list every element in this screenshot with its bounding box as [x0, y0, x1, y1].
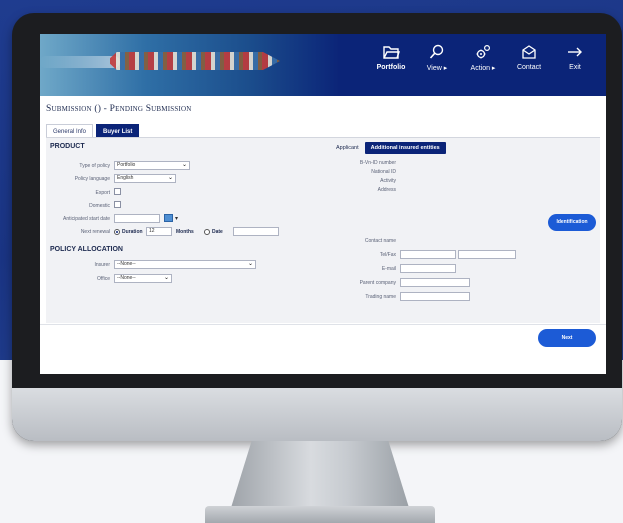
chevron-down-icon: ⌄: [163, 275, 169, 281]
duration-radio[interactable]: [114, 229, 120, 235]
cargo-ship-image: [110, 52, 280, 70]
date-radio[interactable]: [204, 229, 210, 235]
renewal-label: Next renewal: [80, 229, 110, 235]
footer-divider: [40, 324, 606, 325]
gears-icon: [476, 44, 491, 59]
email-input[interactable]: [400, 264, 456, 273]
product-heading: PRODUCT: [50, 143, 85, 150]
insurer-select[interactable]: --None-- ⌄: [114, 260, 256, 269]
office-label: Office: [97, 276, 110, 282]
insurer-value: --None--: [117, 261, 136, 267]
duration-input[interactable]: 12: [146, 227, 172, 236]
address-label: Address: [377, 187, 396, 193]
app-header: Portfolio View ▸ Action ▸ Contact Exit: [40, 34, 606, 96]
monitor-stand-base: [205, 506, 435, 523]
nav-portfolio[interactable]: Portfolio: [368, 44, 414, 72]
parent-company-input[interactable]: [400, 278, 470, 287]
header-banner-image: [40, 34, 340, 96]
trading-name-label: Trading name: [365, 294, 396, 300]
page-title: Submission () - Pending Submission: [46, 104, 192, 114]
nav-action-label: Action ▸: [470, 65, 496, 72]
office-select[interactable]: --None-- ⌄: [114, 274, 172, 283]
national-id-label: National ID: [371, 169, 396, 175]
next-button[interactable]: Next: [538, 329, 596, 347]
start-date-input[interactable]: [114, 214, 160, 223]
date-input[interactable]: [233, 227, 279, 236]
policy-language-label: Policy language: [74, 176, 110, 182]
export-checkbox[interactable]: [114, 188, 121, 195]
exit-arrow-icon: [568, 47, 582, 57]
trading-name-input[interactable]: [400, 292, 470, 301]
type-of-policy-value: Portfolio: [117, 162, 136, 168]
months-label: Months: [176, 229, 194, 235]
type-of-policy-label: Type of policy: [79, 163, 110, 169]
office-value: --None--: [117, 275, 136, 281]
policy-allocation-heading: POLICY ALLOCATION: [50, 246, 123, 253]
activity-label: Activity: [380, 178, 396, 184]
fax-input[interactable]: [458, 250, 516, 259]
ship-wake: [40, 56, 120, 68]
email-label: E-mail: [381, 266, 396, 272]
domestic-checkbox[interactable]: [114, 201, 121, 208]
main-nav: Portfolio View ▸ Action ▸ Contact Exit: [368, 44, 598, 72]
tel-fax-label: Tel/Fax: [379, 252, 396, 258]
applicant-tabs: Applicant Additional insured entities: [330, 142, 446, 154]
search-icon: [429, 44, 444, 59]
nav-view[interactable]: View ▸: [414, 44, 460, 72]
nav-exit-label: Exit: [569, 64, 581, 71]
tab-applicant[interactable]: Applicant: [330, 142, 365, 154]
nav-contact[interactable]: Contact: [506, 44, 552, 72]
policy-language-value: English: [117, 175, 134, 181]
export-label: Export: [95, 190, 110, 196]
tab-additional-insured[interactable]: Additional insured entities: [364, 142, 446, 154]
nav-action[interactable]: Action ▸: [460, 44, 506, 72]
tel-input[interactable]: [400, 250, 456, 259]
parent-company-label: Parent company: [359, 280, 396, 286]
monitor-chin: [12, 388, 622, 441]
contact-name-label: Contact name: [364, 238, 396, 244]
folder-icon: [383, 46, 400, 59]
domestic-label: Domestic: [89, 203, 110, 209]
calendar-icon[interactable]: [164, 214, 173, 222]
calendar-dropdown-icon[interactable]: ▾: [175, 215, 178, 222]
duration-label: Duration: [122, 229, 143, 235]
chevron-down-icon: ⌄: [247, 261, 253, 267]
insurer-label: Insurer: [94, 262, 110, 268]
chevron-down-icon: ⌄: [167, 175, 173, 181]
app-screen: Portfolio View ▸ Action ▸ Contact Exit S…: [40, 34, 606, 374]
type-of-policy-select[interactable]: Portfolio ⌄: [114, 161, 190, 170]
mail-icon: [522, 45, 536, 59]
nav-contact-label: Contact: [516, 64, 542, 71]
bvd-id-label: B-Vn-ID number: [359, 160, 396, 166]
form-panel: PRODUCT Type of policy Portfolio ⌄ Polic…: [46, 137, 600, 323]
start-date-label: Anticipated start date: [63, 216, 110, 222]
nav-exit[interactable]: Exit: [552, 44, 598, 72]
chevron-down-icon: ⌄: [181, 162, 187, 168]
identification-button[interactable]: Identification: [548, 214, 596, 231]
date-label: Date: [212, 229, 223, 235]
monitor-stand: [230, 441, 410, 511]
nav-portfolio-label: Portfolio: [376, 64, 406, 71]
nav-view-label: View ▸: [426, 65, 448, 72]
policy-language-select[interactable]: English ⌄: [114, 174, 176, 183]
